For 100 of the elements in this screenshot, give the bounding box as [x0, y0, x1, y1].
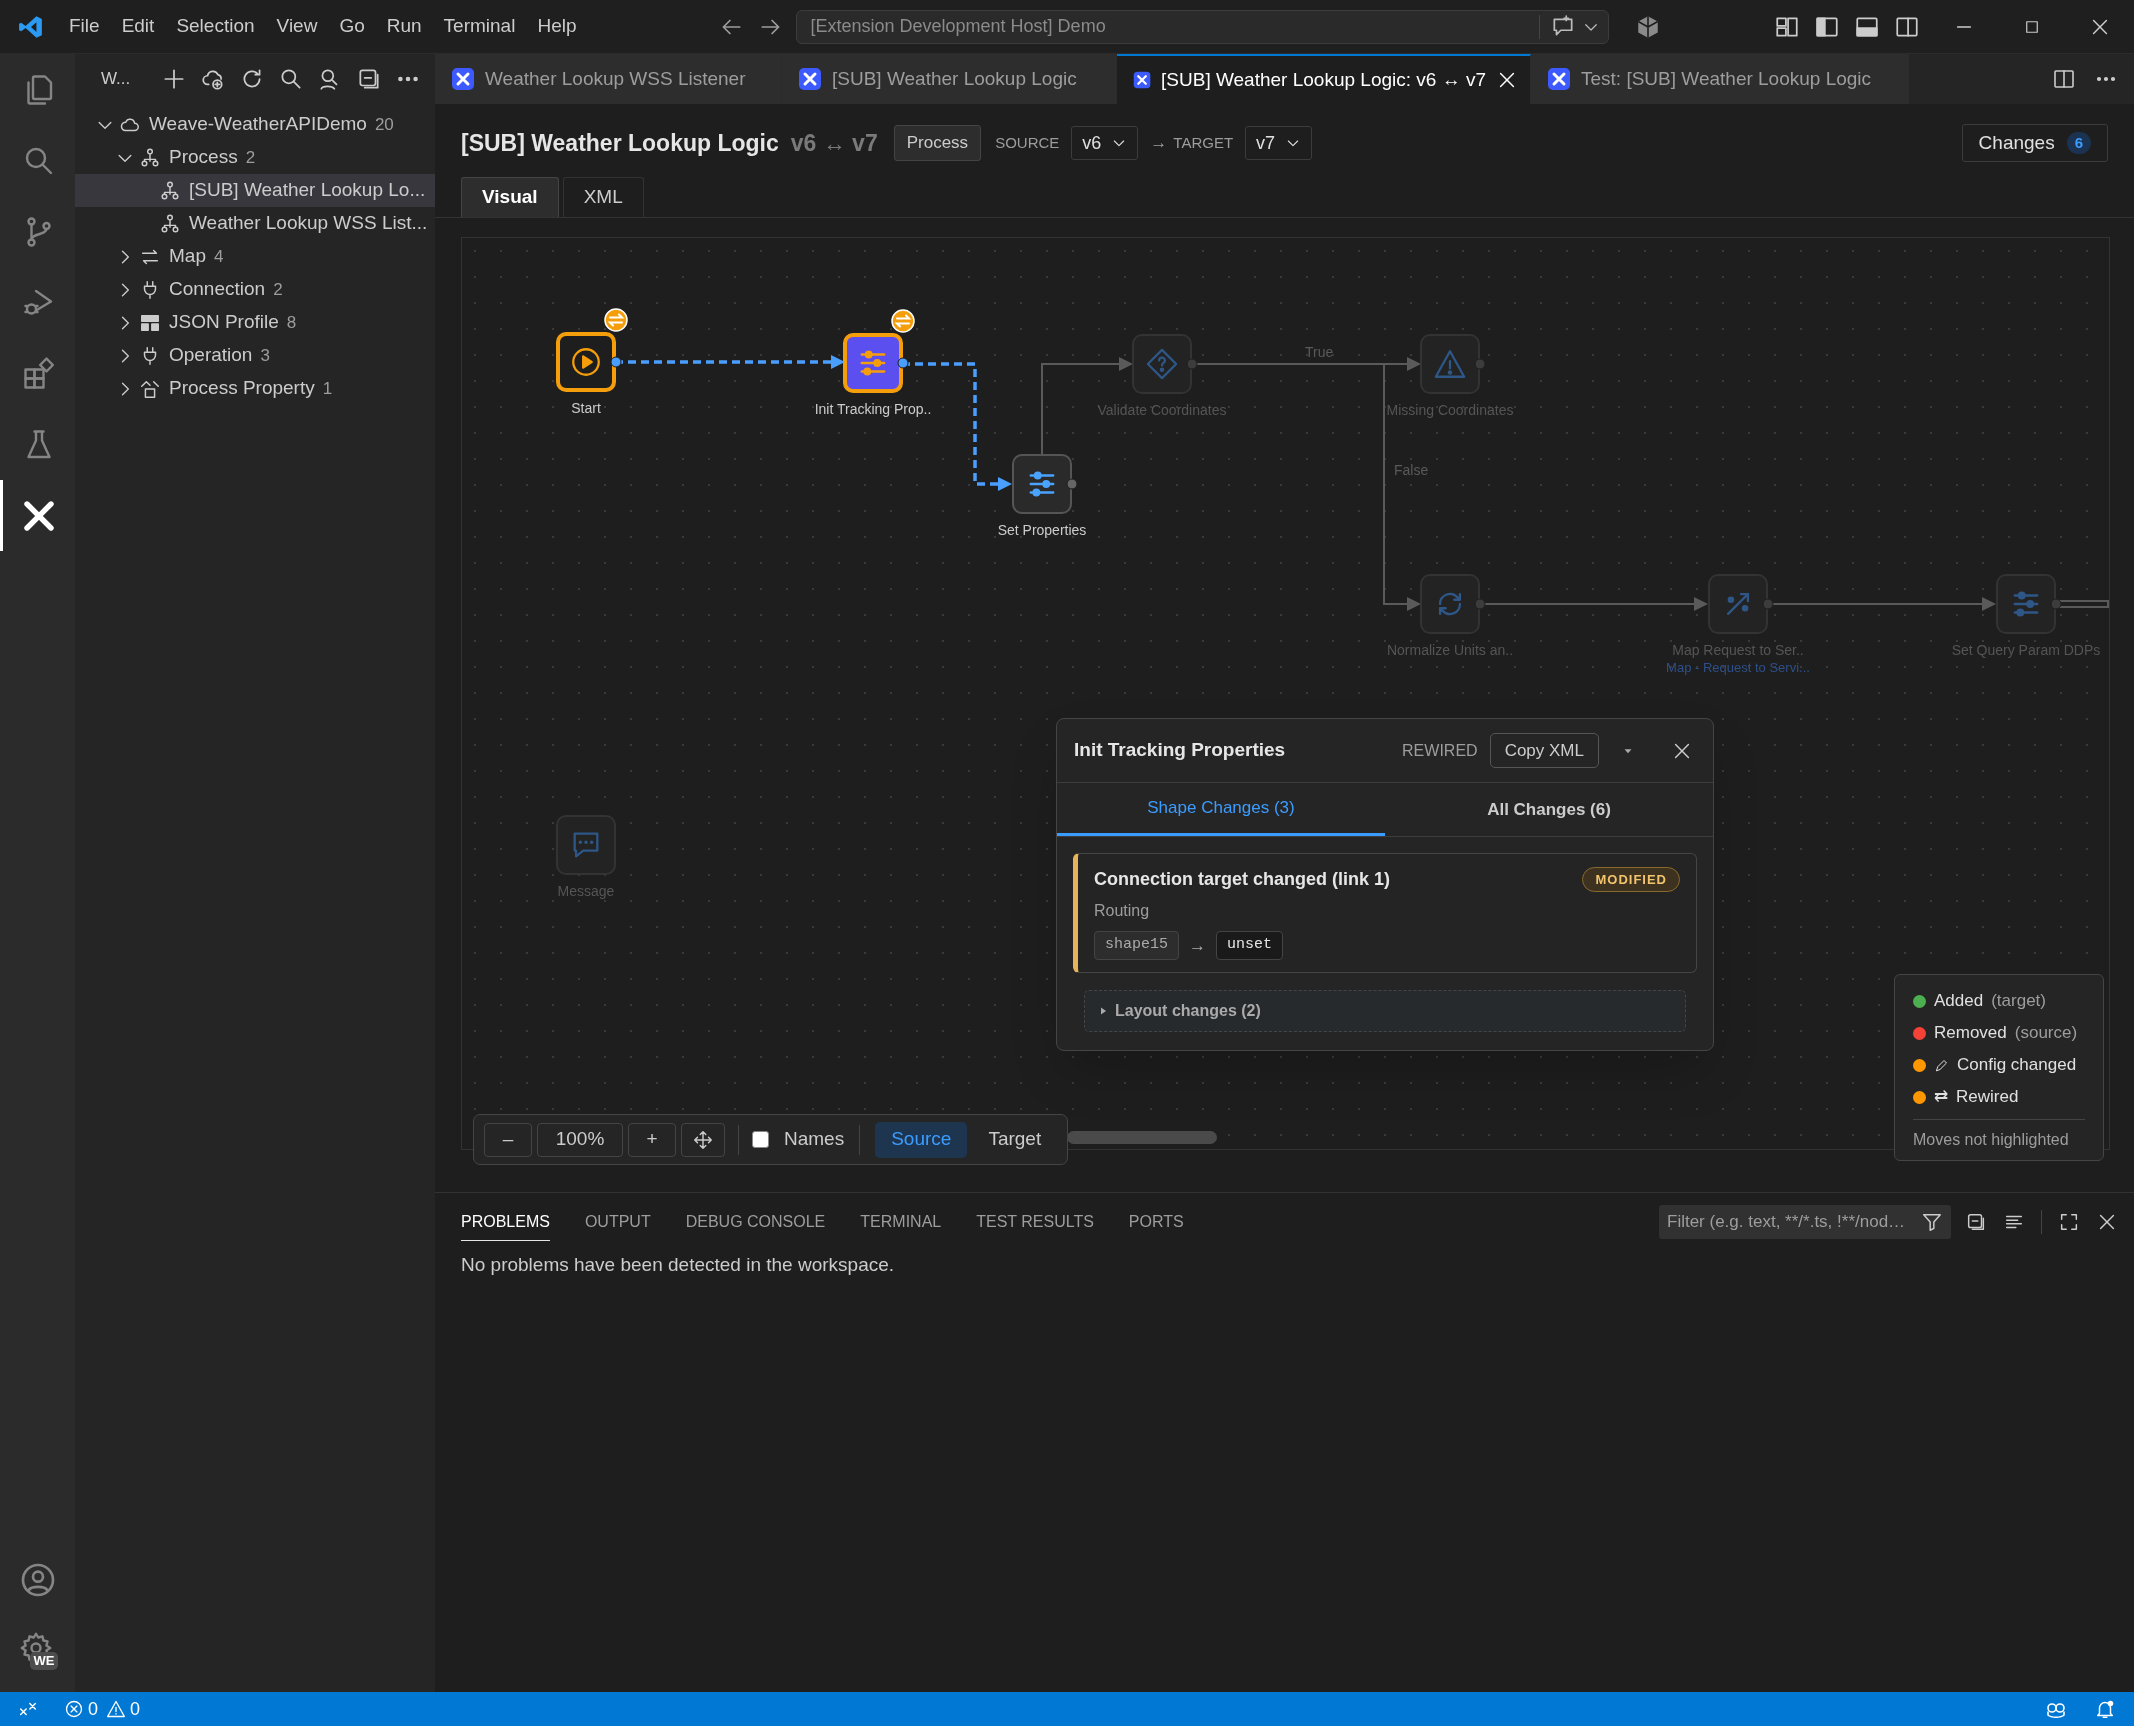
- menu-item[interactable]: File: [58, 12, 111, 41]
- rewired-badge-icon: [604, 308, 628, 332]
- process-icon: [139, 146, 161, 169]
- arrow-text: →: [1150, 132, 1168, 155]
- tree-item[interactable]: Map 4: [75, 240, 435, 273]
- connection-port[interactable]: [610, 356, 622, 368]
- extensions-icon: [21, 355, 57, 392]
- change-title: Connection target changed (link 1): [1094, 868, 1391, 891]
- new-value: unset: [1216, 931, 1284, 960]
- source-version-select[interactable]: v6: [1071, 126, 1139, 160]
- legend-note: (source): [2014, 1022, 2078, 1045]
- rewired-badge-icon: [891, 309, 915, 333]
- source-label: SOURCE: [995, 132, 1060, 153]
- item-count: 20: [374, 113, 394, 136]
- app-logo-icon[interactable]: [18, 13, 44, 40]
- command-center[interactable]: [Extension Development Host] Demo: [795, 9, 1609, 44]
- editor-tab[interactable]: Test: [SUB] Weather Lookup Logic: [1531, 54, 1909, 104]
- legend-label: Rewired: [1956, 1086, 2019, 1109]
- process-icon: [159, 179, 181, 202]
- editor-tab[interactable]: Weather Lookup WSS Listener: [435, 54, 782, 104]
- tree-item[interactable]: Weave-WeatherAPIDemo 20: [75, 108, 435, 141]
- maximize-panel-icon[interactable]: [2058, 1211, 2080, 1233]
- shape-node[interactable]: [1012, 454, 1072, 514]
- panel-tab[interactable]: PROBLEMS: [461, 1203, 550, 1241]
- pencil-icon: [1934, 1057, 1949, 1073]
- changes-button[interactable]: Changes 6: [1961, 124, 2108, 162]
- editor-tab[interactable]: [SUB] Weather Lookup Logic: v6 ↔ v7: [1117, 54, 1531, 104]
- tree-item[interactable]: Process 2: [75, 141, 435, 174]
- tree-item[interactable]: JSON Profile 8: [75, 306, 435, 339]
- names-checkbox[interactable]: [752, 1131, 769, 1148]
- process-icon: [159, 212, 181, 235]
- filter-field[interactable]: Filter (e.g. text, **/*.ts, !**/nod…: [1659, 1205, 1951, 1239]
- view-toggle[interactable]: Source: [875, 1121, 968, 1158]
- shape-node[interactable]: [1132, 334, 1192, 394]
- play-icon: [569, 345, 603, 379]
- split-editor-icon[interactable]: [2052, 67, 2076, 91]
- zoom-level[interactable]: 100%: [537, 1122, 623, 1157]
- collapse-icon[interactable]: [1965, 1211, 1987, 1233]
- x-logo-icon: [1547, 67, 1571, 91]
- legend-label: Removed: [1934, 1022, 2007, 1045]
- tree-item[interactable]: Connection 2: [75, 273, 435, 306]
- problems-status[interactable]: 0 0: [64, 1695, 141, 1723]
- tree-item[interactable]: Operation 3: [75, 339, 435, 372]
- shape-node[interactable]: [1420, 574, 1480, 634]
- horizontal-scrollbar[interactable]: [1067, 1131, 1217, 1144]
- legend-footer: Moves not highlighted: [1913, 1131, 2069, 1148]
- panel-tab[interactable]: OUTPUT: [584, 1204, 651, 1240]
- layout-changes-toggle[interactable]: Layout changes (2): [1084, 989, 1686, 1032]
- menu-item[interactable]: Go: [328, 12, 376, 41]
- node-label: Start: [571, 399, 601, 418]
- tree-item[interactable]: [SUB] Weather Lookup Lo...: [75, 174, 435, 207]
- panel-tab[interactable]: TERMINAL: [860, 1204, 942, 1240]
- copy-xml-button[interactable]: Copy XML: [1489, 732, 1599, 769]
- view-tab[interactable]: Visual: [461, 177, 559, 217]
- menu-item[interactable]: Help: [526, 12, 588, 41]
- menu-item[interactable]: Run: [375, 12, 433, 41]
- menu-item[interactable]: Selection: [165, 12, 266, 41]
- shape-node[interactable]: [1996, 574, 2056, 634]
- menu-item[interactable]: View: [265, 12, 329, 41]
- shape-node[interactable]: [556, 815, 616, 875]
- x-logo-icon: [451, 67, 475, 91]
- item-count: 4: [213, 245, 224, 268]
- item-count: 1: [322, 377, 333, 400]
- collapse-all-icon[interactable]: [356, 66, 382, 92]
- edge-label: False: [1394, 461, 1429, 480]
- legend-label: Added: [1934, 990, 1984, 1013]
- shape-node[interactable]: [843, 333, 903, 393]
- tree-item[interactable]: Weather Lookup WSS List...: [75, 207, 435, 240]
- zoom-out-button[interactable]: –: [484, 1122, 532, 1157]
- modified-badge: MODIFIED: [1582, 866, 1680, 893]
- editor-tab[interactable]: [SUB] Weather Lookup Logic: [782, 54, 1117, 104]
- filter-icon[interactable]: [1921, 1211, 1943, 1233]
- edge-label: True: [1305, 343, 1334, 362]
- change-category: Routing: [1094, 901, 1151, 921]
- panel-tab[interactable]: PORTS: [1128, 1204, 1184, 1240]
- shape-node[interactable]: [556, 332, 616, 392]
- swap-symbol: ⇄: [1934, 1086, 1948, 1109]
- panel-title: Init Tracking Properties: [1074, 738, 1286, 763]
- item-count: 2: [245, 146, 256, 169]
- connection-port[interactable]: [897, 357, 909, 369]
- target-version-select[interactable]: v7: [1245, 126, 1313, 160]
- menu-item[interactable]: Edit: [110, 12, 166, 41]
- shape-node[interactable]: [1708, 574, 1768, 634]
- panel-tab[interactable]: All Changes (6): [1385, 783, 1713, 836]
- panel-tab[interactable]: Shape Changes (3): [1057, 783, 1385, 836]
- view-tab[interactable]: XML: [562, 177, 644, 217]
- arrow-text: →: [1189, 934, 1206, 957]
- menu-item[interactable]: Terminal: [432, 12, 527, 41]
- fit-view-button[interactable]: [681, 1122, 725, 1157]
- view-toggle[interactable]: Target: [972, 1121, 1058, 1158]
- rewired-tag: REWIRED: [1402, 738, 1478, 763]
- x-logo-icon: [798, 67, 822, 91]
- panel-tab[interactable]: DEBUG CONSOLE: [685, 1204, 826, 1240]
- checkbox-label[interactable]: Names: [784, 1125, 845, 1154]
- shape-node[interactable]: [1420, 334, 1480, 394]
- notification-bell-icon[interactable]: [2094, 1698, 2116, 1720]
- legend-note: (target): [1991, 990, 2046, 1013]
- panel-tab[interactable]: TEST RESULTS: [976, 1204, 1094, 1240]
- zoom-in-button[interactable]: +: [628, 1122, 676, 1157]
- tree-item[interactable]: Process Property 1: [75, 372, 435, 405]
